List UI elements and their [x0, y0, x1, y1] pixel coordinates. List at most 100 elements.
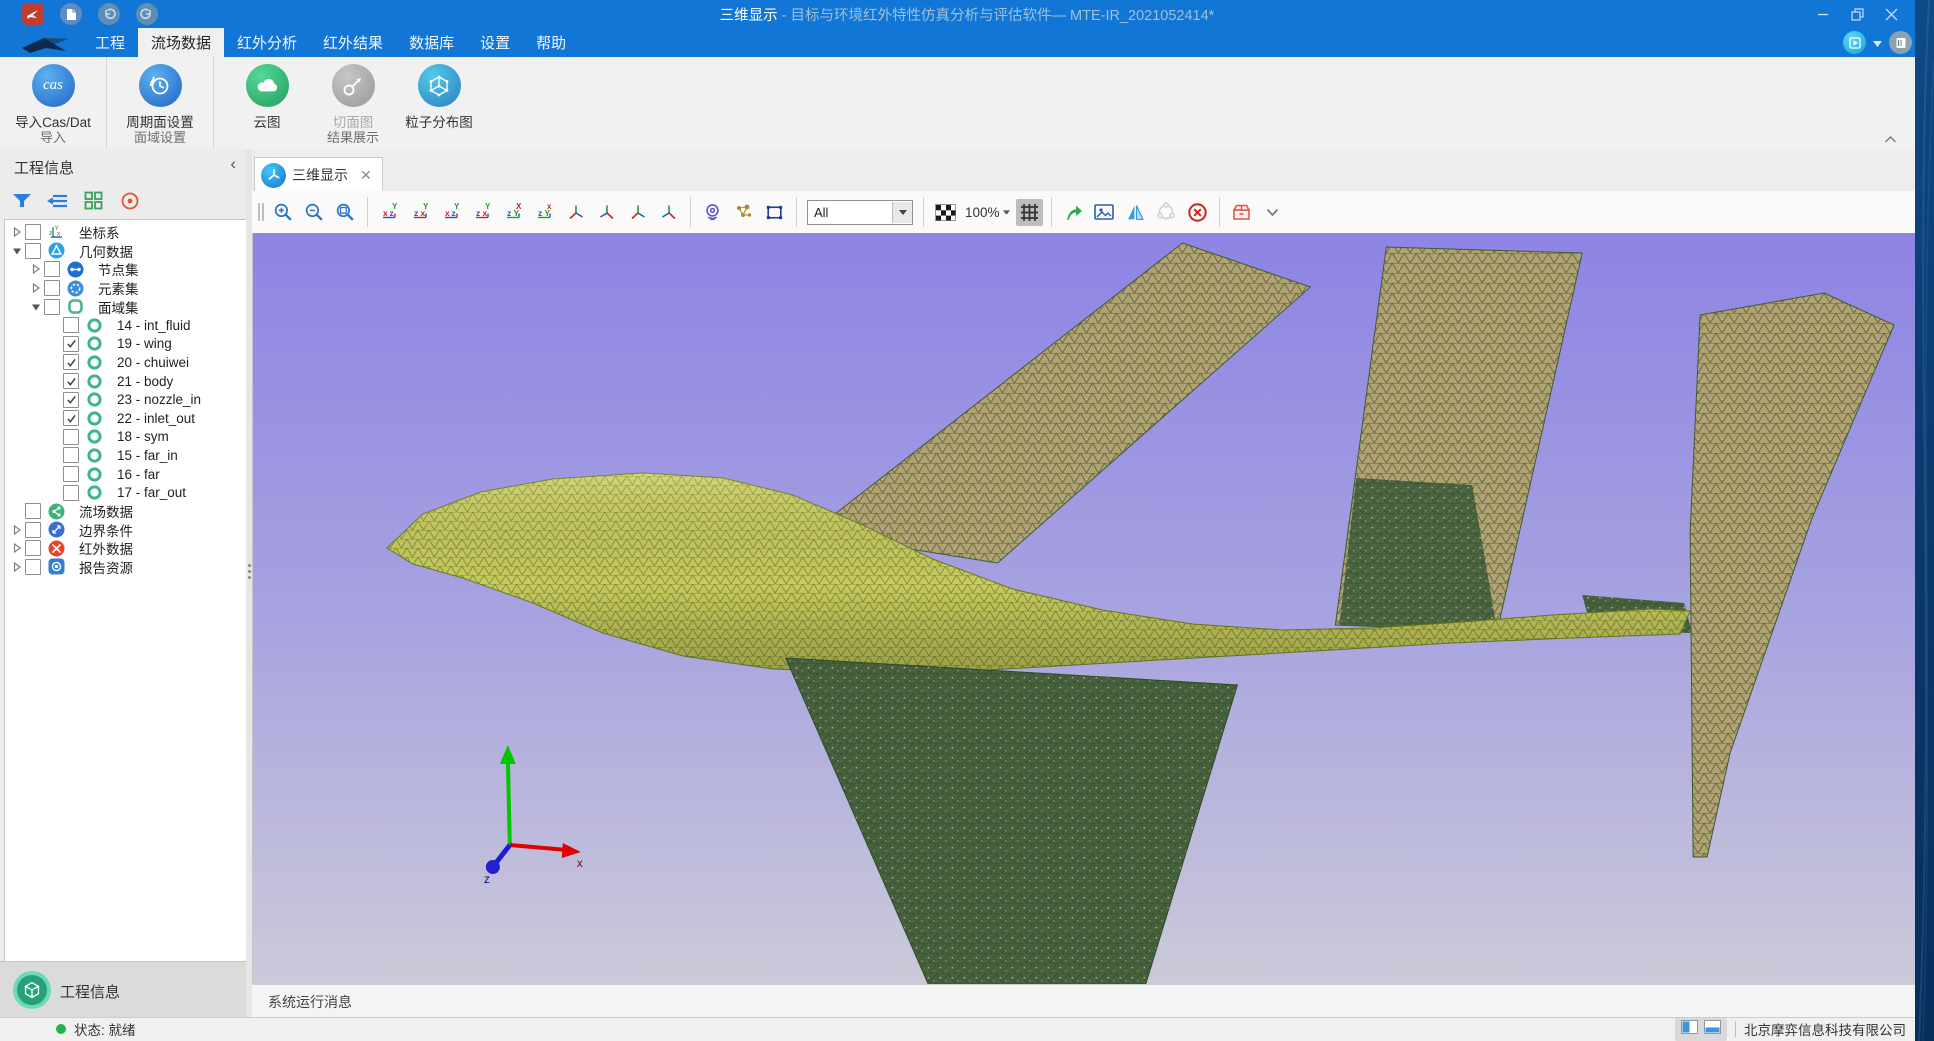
- tree-checkbox[interactable]: [63, 336, 79, 352]
- restore-button[interactable]: [1840, 0, 1874, 28]
- cancel-icon[interactable]: [1184, 199, 1211, 226]
- zoom-out-icon[interactable]: [301, 199, 328, 226]
- tree-checkbox[interactable]: [63, 392, 79, 408]
- layout-left-panel-icon[interactable]: [1681, 1020, 1698, 1039]
- tree-row-面域集[interactable]: 面域集: [5, 297, 246, 316]
- tab-close-icon[interactable]: ✕: [360, 168, 372, 182]
- tree-row-23 - nozzle_in[interactable]: 23 - nozzle_in: [5, 390, 246, 409]
- tree-checkbox[interactable]: [44, 280, 60, 296]
- ribbon-button-粒子分布图[interactable]: 粒子分布图: [396, 62, 482, 131]
- tree-checkbox[interactable]: [63, 485, 79, 501]
- share-arrow-icon[interactable]: [1060, 199, 1087, 226]
- profile-button[interactable]: [1889, 31, 1912, 54]
- close-button[interactable]: [1874, 0, 1908, 28]
- zoom-percent-control[interactable]: 100%: [965, 205, 1010, 220]
- tree-row-几何数据[interactable]: 几何数据: [5, 242, 246, 261]
- tree-row-16 - far[interactable]: 16 - far: [5, 465, 246, 484]
- tree-row-报告资源[interactable]: 报告资源: [5, 558, 246, 577]
- view-top-icon[interactable]: zYX: [500, 199, 527, 226]
- project-info-footer[interactable]: 工程信息: [0, 961, 252, 1018]
- iso-view-4-icon[interactable]: [655, 199, 682, 226]
- tree-checkbox[interactable]: [44, 299, 60, 315]
- tree-row-坐标系[interactable]: Yzx坐标系: [5, 223, 246, 242]
- tree-checkbox[interactable]: [63, 317, 79, 333]
- tree-checkbox[interactable]: [44, 261, 60, 277]
- apps-button[interactable]: [1843, 31, 1866, 54]
- tree-checkbox[interactable]: [63, 373, 79, 389]
- view-bottom-icon[interactable]: zYx: [531, 199, 558, 226]
- display-filter-combo[interactable]: All: [807, 200, 913, 225]
- tree-expander-icon[interactable]: [9, 227, 25, 237]
- tree-expander-icon[interactable]: [9, 246, 25, 256]
- iso-view-3-icon[interactable]: [624, 199, 651, 226]
- ribbon-collapse-chevron-icon[interactable]: [1884, 131, 1900, 143]
- tree-checkbox[interactable]: [63, 466, 79, 482]
- tree-row-22 - inlet_out[interactable]: 22 - inlet_out: [5, 409, 246, 428]
- tree-checkbox[interactable]: [25, 224, 41, 240]
- tree-checkbox[interactable]: [25, 243, 41, 259]
- camera-icon[interactable]: [699, 199, 726, 226]
- snapshot-icon[interactable]: [1091, 199, 1118, 226]
- view-front-icon[interactable]: xzY: [376, 199, 403, 226]
- tree-expander-icon[interactable]: [9, 525, 25, 535]
- tree-checkbox[interactable]: [25, 540, 41, 556]
- tree-checkbox[interactable]: [63, 354, 79, 370]
- tree-row-21 - body[interactable]: 21 - body: [5, 372, 246, 391]
- redo-icon[interactable]: [136, 3, 158, 25]
- mirror-icon[interactable]: [1122, 199, 1149, 226]
- tree-expander-icon[interactable]: [28, 283, 44, 293]
- tree-row-流场数据[interactable]: 流场数据: [5, 502, 246, 521]
- tree-row-14 - int_fluid[interactable]: 14 - int_fluid: [5, 316, 246, 335]
- menu-item-帮助[interactable]: 帮助: [523, 28, 579, 57]
- menu-item-工程[interactable]: 工程: [82, 28, 138, 57]
- view-right-icon[interactable]: zxY: [469, 199, 496, 226]
- tree-row-边界条件[interactable]: 边界条件: [5, 521, 246, 540]
- tree-row-15 - far_in[interactable]: 15 - far_in: [5, 446, 246, 465]
- tree-row-20 - chuiwei[interactable]: 20 - chuiwei: [5, 353, 246, 372]
- tree-checkbox[interactable]: [63, 429, 79, 445]
- zoom-in-icon[interactable]: [270, 199, 297, 226]
- tree-expander-icon[interactable]: [9, 562, 25, 572]
- tree-expander-icon[interactable]: [28, 302, 44, 312]
- view-back-icon[interactable]: zxY: [407, 199, 434, 226]
- viewport-3d-scene[interactable]: x z: [252, 233, 1915, 985]
- tab-3d-display[interactable]: 三维显示 ✕: [254, 157, 383, 192]
- tree-row-18 - sym[interactable]: 18 - sym: [5, 428, 246, 447]
- tree-row-红外数据[interactable]: 红外数据: [5, 539, 246, 558]
- grid-icon[interactable]: [1016, 199, 1043, 226]
- view-left-icon[interactable]: xzY: [438, 199, 465, 226]
- iso-view-2-icon[interactable]: [593, 199, 620, 226]
- launcher-icon[interactable]: [22, 3, 44, 25]
- archive-box-icon[interactable]: [1228, 199, 1255, 226]
- ribbon-button-导入Cas/Dat[interactable]: cas导入Cas/Dat: [10, 62, 96, 131]
- layout-bottom-panel-icon[interactable]: [1704, 1020, 1721, 1039]
- select-box-icon[interactable]: [761, 199, 788, 226]
- tree-checkbox[interactable]: [25, 522, 41, 538]
- tree-checkbox[interactable]: [25, 559, 41, 575]
- tree-row-节点集[interactable]: 节点集: [5, 260, 246, 279]
- target-icon[interactable]: [116, 187, 143, 214]
- tree-row-17 - far_out[interactable]: 17 - far_out: [5, 483, 246, 502]
- menu-item-红外分析[interactable]: 红外分析: [224, 28, 310, 57]
- combo-dropdown-icon[interactable]: [892, 202, 912, 223]
- tree-checkbox[interactable]: [63, 410, 79, 426]
- chevron-down-icon[interactable]: [1259, 199, 1286, 226]
- grid-green-icon[interactable]: [80, 187, 107, 214]
- particle-trace-icon[interactable]: [730, 199, 757, 226]
- tree-row-19 - wing[interactable]: 19 - wing: [5, 335, 246, 354]
- toolbar-grip[interactable]: [256, 199, 266, 226]
- list-left-icon[interactable]: [44, 187, 71, 214]
- checkerboard-icon[interactable]: [932, 199, 959, 226]
- menu-item-设置[interactable]: 设置: [467, 28, 523, 57]
- tree-checkbox[interactable]: [25, 503, 41, 519]
- ribbon-button-周期面设置[interactable]: 周期面设置: [117, 62, 203, 131]
- iso-view-1-icon[interactable]: [562, 199, 589, 226]
- minimize-button[interactable]: [1806, 0, 1840, 28]
- menu-item-流场数据[interactable]: 流场数据: [138, 28, 224, 57]
- new-doc-icon[interactable]: [60, 3, 82, 25]
- ribbon-button-云图[interactable]: 云图: [224, 62, 310, 131]
- panel-collapse-icon[interactable]: ‹: [230, 154, 236, 174]
- tree-row-元素集[interactable]: 元素集: [5, 279, 246, 298]
- apps-caret-icon[interactable]: [1873, 34, 1882, 52]
- tree-expander-icon[interactable]: [28, 264, 44, 274]
